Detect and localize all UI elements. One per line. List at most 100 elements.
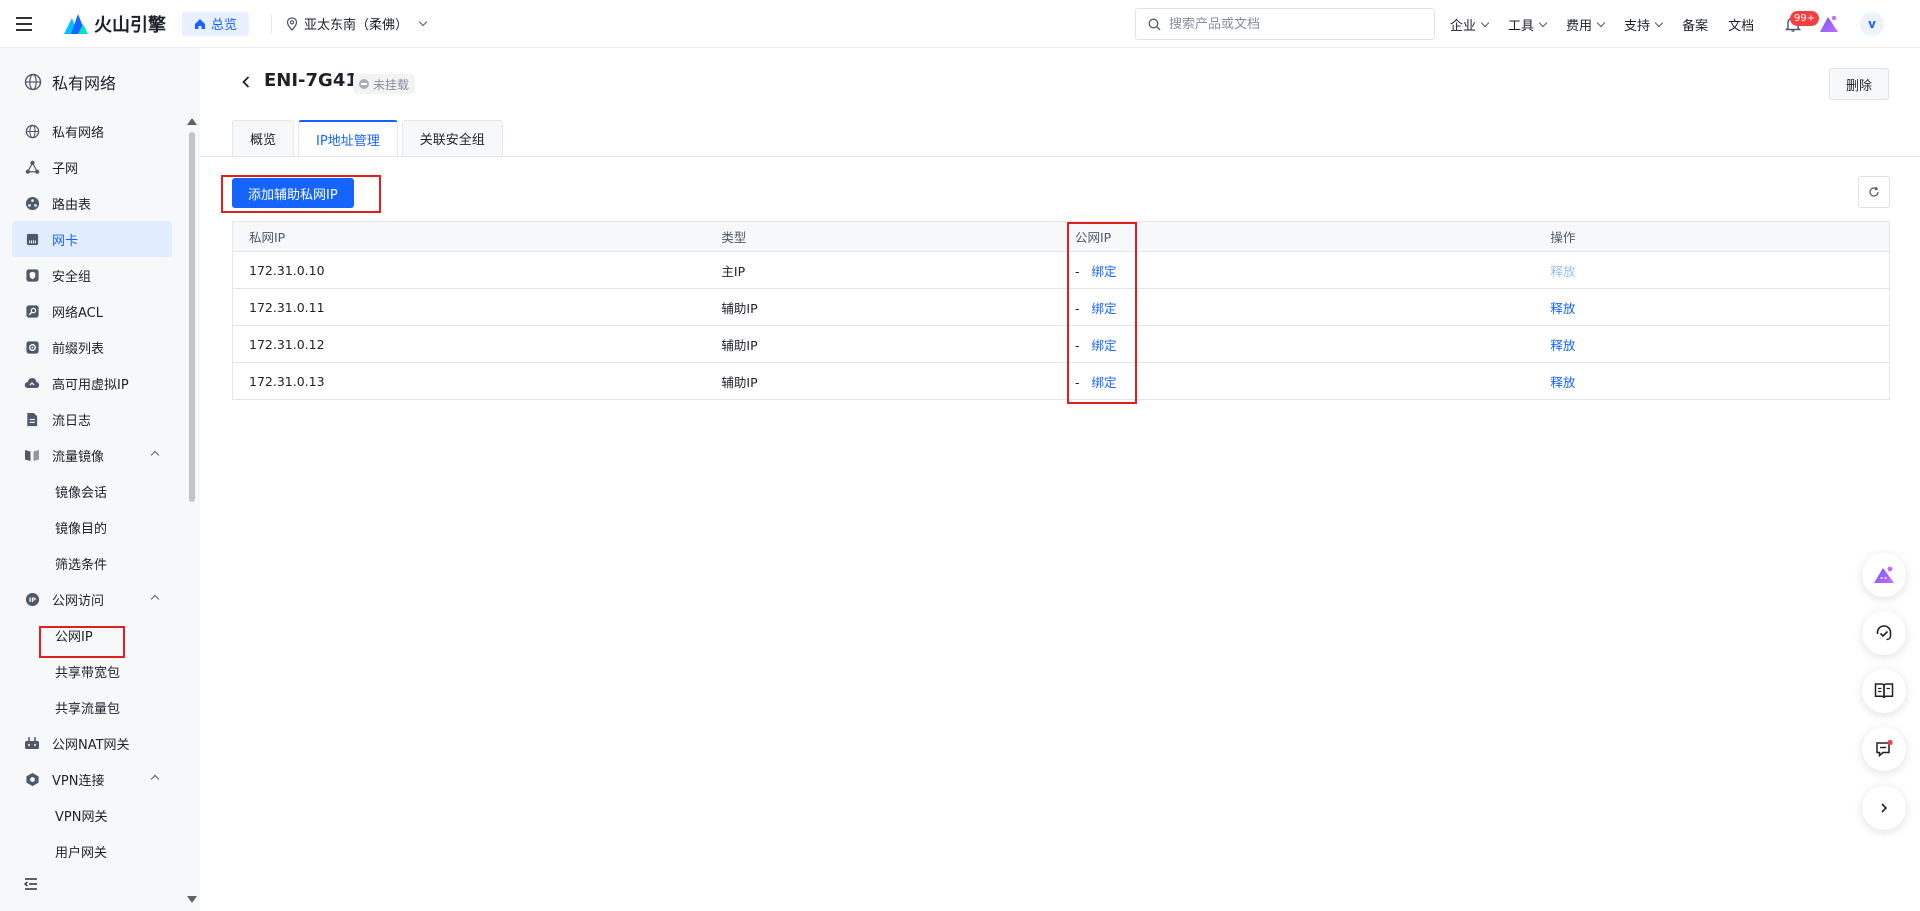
sidebar-item-label: VPN网关 — [55, 809, 108, 825]
delete-button[interactable]: 删除 — [1829, 68, 1889, 100]
brand-logo[interactable]: 火山引擎 — [64, 11, 166, 37]
search-box[interactable] — [1135, 8, 1435, 40]
sidebar-item-traffic-package[interactable]: 共享流量包 — [12, 689, 172, 725]
add-secondary-ip-button[interactable]: 添加辅助私网IP — [232, 178, 354, 208]
sidebar-item-label: 安全组 — [52, 269, 92, 285]
sidebar-item-security-group[interactable]: 安全组 — [12, 257, 172, 293]
private-ip-cell: 172.31.0.13 — [249, 373, 325, 389]
public-ip-cell: - 绑定 — [1059, 261, 1534, 280]
nav-docs[interactable]: 文档 — [1728, 15, 1754, 34]
nav-tools[interactable]: 工具 — [1508, 15, 1548, 34]
ai-assistant-float-button[interactable] — [1862, 553, 1906, 597]
nat-icon — [24, 735, 40, 751]
chevron-down-icon — [1480, 18, 1490, 27]
sidebar-item-label: 共享带宽包 — [55, 665, 121, 681]
release-link[interactable]: 释放 — [1550, 301, 1575, 316]
tab-security-groups[interactable]: 关联安全组 — [401, 120, 503, 156]
overview-button[interactable]: 总览 — [182, 11, 250, 36]
search-input[interactable] — [1169, 16, 1409, 32]
expand-float-button[interactable] — [1862, 786, 1906, 830]
customer-service-float-button[interactable] — [1862, 611, 1906, 655]
home-icon — [195, 18, 205, 29]
security-group-icon — [24, 267, 40, 283]
sidebar-item-filter[interactable]: 筛选条件 — [12, 545, 172, 581]
sidebar-item-network-acl[interactable]: 网络ACL — [12, 293, 172, 329]
sidebar-item-label: 子网 — [52, 161, 79, 177]
sidebar-item-label: 流量镜像 — [52, 449, 105, 465]
sidebar-item-prefix-list[interactable]: 前缀列表 — [12, 329, 172, 365]
nav-billing[interactable]: 费用 — [1566, 15, 1606, 34]
docs-float-button[interactable] — [1862, 669, 1906, 713]
nav-filing[interactable]: 备案 — [1682, 15, 1708, 34]
back-arrow-icon[interactable] — [240, 74, 252, 90]
sidebar-item-route-table[interactable]: 路由表 — [12, 185, 172, 221]
sidebar-item-nic[interactable]: 网卡 — [12, 221, 172, 257]
sidebar-group-traffic-mirror[interactable]: 流量镜像 — [12, 437, 172, 473]
chevron-down-icon — [1596, 18, 1606, 27]
sidebar-group-vpn[interactable]: VPN连接 — [12, 761, 172, 797]
flow-log-icon — [24, 411, 40, 427]
sidebar-item-subnet[interactable]: 子网 — [12, 149, 172, 185]
sidebar-item-nat-gateway[interactable]: 公网NAT网关 — [12, 725, 172, 761]
book-icon — [1874, 683, 1894, 699]
scrollbar-thumb[interactable] — [189, 132, 195, 502]
scroll-up-icon[interactable] — [187, 118, 197, 125]
release-link[interactable]: 释放 — [1550, 375, 1575, 390]
sidebar-item-vpn-gateway[interactable]: VPN网关 — [12, 797, 172, 833]
nav-support[interactable]: 支持 — [1624, 15, 1664, 34]
column-header: 操作 — [1550, 230, 1576, 245]
ip-table: 私网IP 类型 公网IP 操作 172.31.0.10 主IP - 绑定 释放 1… — [232, 221, 1890, 400]
tab-bar: 概览 IP地址管理 关联安全组 — [232, 120, 503, 157]
globe-icon — [24, 123, 40, 139]
collapse-sidebar-icon[interactable] — [24, 878, 38, 890]
chevron-up-icon — [150, 594, 160, 604]
sidebar-scrollbar[interactable] — [187, 118, 197, 903]
tab-ip-management[interactable]: IP地址管理 — [298, 120, 398, 157]
top-nav: 企业 工具 费用 支持 备案 文档 — [1450, 0, 1754, 48]
feedback-float-button[interactable] — [1862, 727, 1906, 771]
nav-label: 工具 — [1508, 18, 1535, 34]
menu-icon[interactable] — [0, 0, 48, 48]
svg-text:IP: IP — [28, 596, 35, 604]
chevron-right-icon — [1881, 803, 1888, 813]
action-cell: 释放 — [1534, 261, 1889, 280]
sidebar-item-label: 高可用虚拟IP — [52, 377, 129, 393]
status-badge: 未挂载 — [353, 74, 416, 94]
refresh-button[interactable] — [1858, 176, 1890, 208]
sidebar-item-mirror-target[interactable]: 镜像目的 — [12, 509, 172, 545]
volcano-logo-icon — [64, 13, 88, 34]
bind-link[interactable]: 绑定 — [1092, 301, 1117, 316]
sidebar-item-public-ip[interactable]: 公网IP — [12, 617, 172, 653]
sidebar-item-bandwidth-package[interactable]: 共享带宽包 — [12, 653, 172, 689]
ai-assistant-icon[interactable] — [1819, 14, 1839, 34]
sidebar-item-customer-gateway[interactable]: 用户网关 — [12, 833, 172, 869]
sidebar-title-label: 私有网络 — [52, 74, 117, 93]
release-link[interactable]: 释放 — [1550, 264, 1575, 279]
nav-enterprise[interactable]: 企业 — [1450, 15, 1490, 34]
bind-link[interactable]: 绑定 — [1092, 375, 1117, 390]
sidebar-item-vpc[interactable]: 私有网络 — [12, 113, 172, 149]
private-ip-cell: 172.31.0.10 — [249, 262, 325, 278]
nic-icon — [24, 231, 40, 247]
bind-link[interactable]: 绑定 — [1092, 338, 1117, 353]
sidebar-item-label: 镜像目的 — [55, 521, 108, 537]
bind-link[interactable]: 绑定 — [1092, 264, 1117, 279]
nav-label: 费用 — [1566, 18, 1593, 34]
release-link[interactable]: 释放 — [1550, 338, 1575, 353]
table-row: 172.31.0.10 主IP - 绑定 释放 — [233, 252, 1889, 289]
chevron-down-icon — [418, 17, 428, 27]
scroll-down-icon[interactable] — [187, 896, 197, 903]
sidebar-item-label: 公网NAT网关 — [52, 737, 130, 753]
table-header: 私网IP 类型 公网IP 操作 — [233, 222, 1889, 252]
sidebar-item-havip[interactable]: 高可用虚拟IP — [12, 365, 172, 401]
sidebar-item-label: 共享流量包 — [55, 701, 121, 717]
region-selector[interactable]: 亚太东南（柔佛） — [286, 14, 428, 33]
sidebar-item-flow-log[interactable]: 流日志 — [12, 401, 172, 437]
avatar[interactable]: v — [1860, 12, 1884, 36]
tab-overview[interactable]: 概览 — [232, 120, 295, 156]
sidebar-group-public-access[interactable]: IP 公网访问 — [12, 581, 172, 617]
sidebar-item-mirror-session[interactable]: 镜像会话 — [12, 473, 172, 509]
divider — [271, 14, 273, 33]
sidebar-item-label: 镜像会话 — [55, 485, 108, 501]
location-pin-icon — [286, 16, 298, 31]
